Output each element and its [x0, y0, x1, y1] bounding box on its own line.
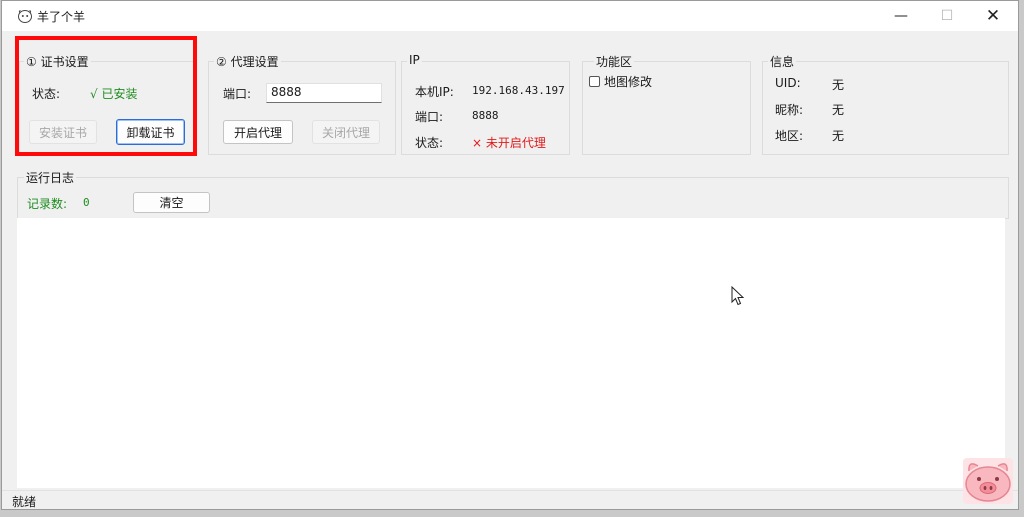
ip-port-value: 8888 — [472, 109, 499, 122]
info-title: 信息 — [768, 53, 797, 70]
features-title: 功能区 — [594, 53, 635, 70]
map-edit-checkbox[interactable] — [589, 76, 600, 87]
region-value: 无 — [832, 129, 845, 143]
start-proxy-button[interactable]: 开启代理 — [223, 120, 293, 144]
nickname-value: 无 — [832, 103, 845, 117]
status-bar: 就绪 — [2, 490, 1018, 509]
app-window: 羊了个羊 — ☐ ✕ ① 证书设置 状态: √ 已安装 安装证书 卸载证书 ② … — [1, 0, 1019, 510]
highlight-box — [15, 36, 197, 156]
clear-log-button[interactable]: 清空 — [133, 192, 210, 213]
log-count-value: 0 — [83, 196, 90, 209]
log-title: 运行日志 — [24, 169, 77, 186]
mouse-cursor-icon — [731, 286, 745, 306]
pig-mascot-icon — [963, 458, 1013, 504]
proxy-port-input[interactable]: 8888 — [266, 83, 382, 103]
uid-value: 无 — [832, 78, 845, 92]
close-button[interactable]: ✕ — [970, 1, 1016, 31]
ip-port-label: 端口: — [415, 110, 444, 124]
map-edit-label[interactable]: 地图修改 — [604, 73, 652, 90]
maximize-icon: ☐ — [940, 8, 954, 24]
proxy-settings-title: ② 代理设置 — [214, 53, 281, 70]
stop-proxy-button[interactable]: 关闭代理 — [312, 120, 380, 144]
log-text-area[interactable] — [17, 218, 1005, 488]
log-count-label: 记录数: — [27, 197, 68, 211]
ip-status-label: 状态: — [415, 136, 444, 150]
proxy-status-value: × 未开启代理 — [472, 136, 546, 150]
status-text: 就绪 — [12, 495, 37, 509]
title-bar[interactable]: 羊了个羊 — ☐ ✕ — [2, 1, 1018, 31]
local-ip-value: 192.168.43.197 — [472, 84, 565, 97]
uid-label: UID: — [775, 76, 801, 90]
window-title: 羊了个羊 — [37, 10, 86, 24]
sheep-app-icon — [18, 10, 32, 23]
minimize-icon: — — [894, 8, 908, 24]
local-ip-label: 本机IP: — [415, 85, 454, 99]
proxy-port-label: 端口: — [223, 87, 252, 101]
region-label: 地区: — [775, 129, 804, 143]
minimize-button[interactable]: — — [878, 1, 924, 31]
close-icon: ✕ — [985, 6, 1001, 26]
nickname-label: 昵称: — [775, 103, 804, 117]
maximize-button[interactable]: ☐ — [924, 1, 970, 31]
ip-title: IP — [407, 53, 422, 67]
